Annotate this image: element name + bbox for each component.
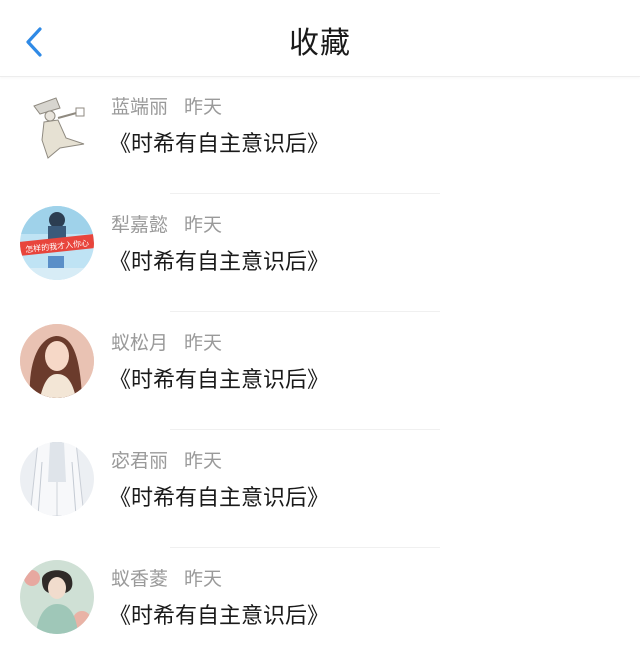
timestamp: 昨天 xyxy=(184,332,223,354)
item-meta: 蓝端丽 昨天 xyxy=(111,92,222,119)
user-name: 宓君丽 xyxy=(111,450,169,472)
item-meta: 蚁松月 昨天 xyxy=(111,328,222,355)
item-meta: 犁嘉懿 昨天 xyxy=(111,210,222,237)
user-name: 蚁松月 xyxy=(111,332,169,354)
avatar[interactable]: 怎样的我才入你心 xyxy=(20,206,94,280)
timestamp: 昨天 xyxy=(184,96,223,118)
user-name: 蚁香菱 xyxy=(111,568,169,590)
top-bar: 收藏 xyxy=(0,0,640,77)
item-title: 《时希有自主意识后》 xyxy=(109,250,330,275)
user-name: 蓝端丽 xyxy=(111,96,169,118)
list-item[interactable]: 蚁松月 昨天 《时希有自主意识后》 xyxy=(0,312,640,430)
item-title: 《时希有自主意识后》 xyxy=(109,486,330,511)
favorites-list: 蓝端丽 昨天 《时希有自主意识后》 怎样的我才入你心 犁嘉懿 昨天 《时希有自主意识… xyxy=(0,76,640,666)
list-item[interactable]: 宓君丽 昨天 《时希有自主意识后》 xyxy=(0,430,640,548)
avatar[interactable] xyxy=(20,88,94,162)
avatar[interactable] xyxy=(20,442,94,516)
page-title: 收藏 xyxy=(289,26,351,61)
item-title: 《时希有自主意识后》 xyxy=(109,604,330,629)
item-title: 《时希有自主意识后》 xyxy=(109,368,330,393)
list-item[interactable]: 怎样的我才入你心 犁嘉懿 昨天 《时希有自主意识后》 xyxy=(0,194,640,312)
user-name: 犁嘉懿 xyxy=(111,214,169,236)
timestamp: 昨天 xyxy=(184,450,223,472)
list-item[interactable]: 蓝端丽 昨天 《时希有自主意识后》 xyxy=(0,76,640,194)
item-meta: 蚁香菱 昨天 xyxy=(111,564,222,591)
list-item[interactable]: 蚁香菱 昨天 《时希有自主意识后》 xyxy=(0,548,640,666)
item-title: 《时希有自主意识后》 xyxy=(109,132,330,157)
timestamp: 昨天 xyxy=(184,214,223,236)
timestamp: 昨天 xyxy=(184,568,223,590)
item-meta: 宓君丽 昨天 xyxy=(111,446,222,473)
avatar[interactable] xyxy=(20,560,94,634)
avatar[interactable] xyxy=(20,324,94,398)
